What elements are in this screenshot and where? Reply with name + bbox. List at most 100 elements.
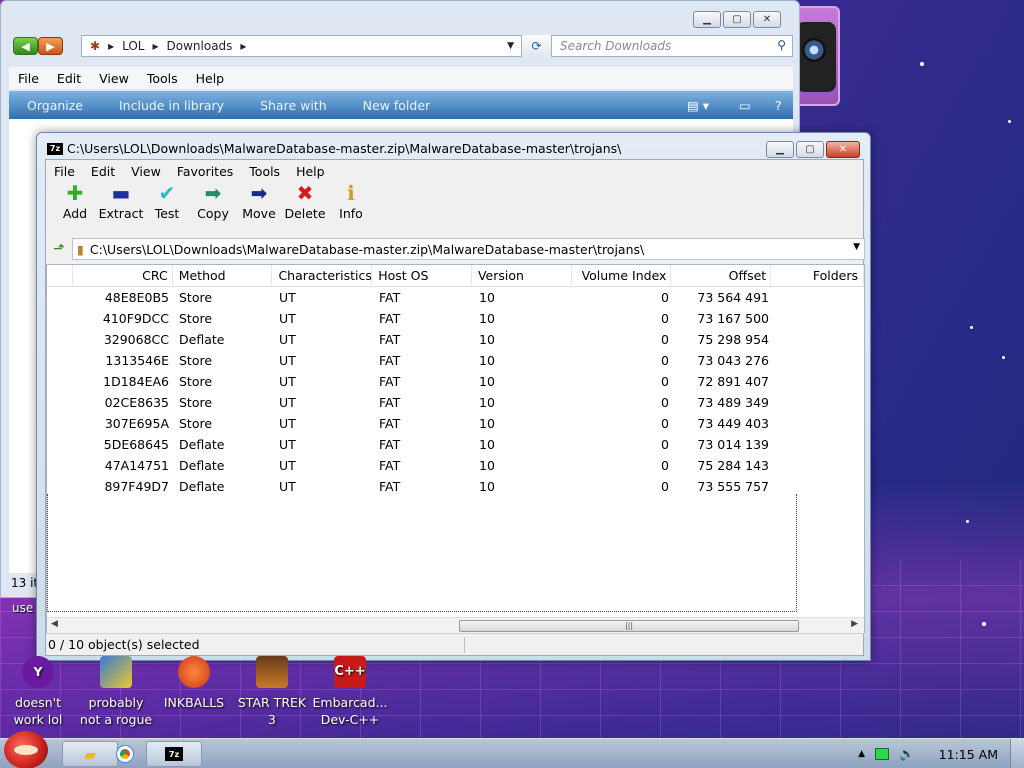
menu-tools[interactable]: Tools	[138, 71, 187, 86]
up-folder-button[interactable]: ⬏	[46, 237, 72, 261]
column-header-folders[interactable]: Folders	[771, 265, 864, 286]
minimize-button[interactable]: ▁	[766, 141, 794, 158]
star	[982, 622, 986, 626]
table-row[interactable]: 48E8E0B5 Store UT FAT 10 0 73 564 491	[47, 287, 864, 308]
host-os-cell: FAT	[379, 374, 401, 389]
volume-index-cell: 0	[661, 416, 669, 431]
menu-help[interactable]: Help	[187, 71, 234, 86]
copy-button[interactable]: ➡ Copy	[190, 182, 236, 221]
column-header-method[interactable]: Method	[173, 265, 273, 286]
column-header-characteristics[interactable]: Characteristics	[272, 265, 373, 286]
offset-cell: 75 284 143	[697, 458, 769, 473]
extract-button[interactable]: ▬ Extract	[98, 182, 144, 221]
table-row[interactable]: 410F9DCC Store UT FAT 10 0 73 167 500	[47, 308, 864, 329]
show-desktop-button[interactable]	[1010, 739, 1024, 768]
clock[interactable]: 11:15 AM	[939, 747, 998, 762]
new-folder-button[interactable]: New folder	[345, 98, 449, 113]
table-row[interactable]: 5DE68645 Deflate UT FAT 10 0 73 014 139	[47, 434, 864, 455]
add-button[interactable]: ✚ Add	[52, 182, 98, 221]
column-header-offset[interactable]: Offset	[671, 265, 772, 286]
forward-button[interactable]: ▶	[38, 37, 63, 55]
back-button[interactable]: ◀	[13, 37, 38, 55]
maximize-button[interactable]: ▢	[723, 11, 751, 28]
menu-edit[interactable]: Edit	[48, 71, 90, 86]
table-row[interactable]: 02CE8635 Store UT FAT 10 0 73 489 349	[47, 392, 864, 413]
show-hidden-icons-icon[interactable]: ▲	[858, 749, 865, 759]
view-options-icon[interactable]: ▤ ▾	[669, 98, 727, 113]
test-button[interactable]: ✔ Test	[144, 182, 190, 221]
start-button[interactable]	[4, 731, 48, 768]
desktop-icon-dev-cpp[interactable]: C++ Embarcad... Dev-C++	[312, 656, 388, 728]
menu-view[interactable]: View	[123, 164, 169, 179]
volume-icon[interactable]: 🔈	[899, 746, 915, 762]
menu-tools[interactable]: Tools	[241, 164, 288, 179]
star-wars-icon	[256, 656, 288, 688]
menu-file[interactable]: File	[46, 164, 83, 179]
taskbar: ▰ 7z ▲ 🔈 11:15 AM	[0, 731, 1024, 768]
maximize-button[interactable]: ▢	[796, 141, 824, 158]
scrollbar-thumb[interactable]: |||	[459, 620, 799, 632]
copy-label: Copy	[197, 206, 229, 221]
scroll-right-icon[interactable]: ▶	[851, 619, 858, 629]
path-input[interactable]: ▮ C:\Users\LOL\Downloads\MalwareDatabase…	[72, 238, 865, 260]
volume-index-cell: 0	[661, 458, 669, 473]
desktop-icon-star-trek-3[interactable]: STAR TREK 3	[234, 656, 310, 728]
search-placeholder: Search Downloads	[560, 39, 672, 53]
include-in-library-button[interactable]: Include in library	[101, 98, 242, 113]
table-row[interactable]: 329068CC Deflate UT FAT 10 0 75 298 954	[47, 329, 864, 350]
characteristics-cell: UT	[279, 395, 296, 410]
chevron-right-icon: ▸	[240, 39, 247, 53]
address-box[interactable]: ✱ ▸ LOL ▸ Downloads ▸ ▼	[81, 35, 551, 57]
chevron-right-icon: ▸	[152, 39, 159, 53]
table-row[interactable]: 1D184EA6 Store UT FAT 10 0 72 891 407	[47, 371, 864, 392]
table-row[interactable]: 1313546E Store UT FAT 10 0 73 043 276	[47, 350, 864, 371]
folder-icon: ▰	[83, 744, 97, 764]
menu-help[interactable]: Help	[288, 164, 333, 179]
volume-index-cell: 0	[661, 437, 669, 452]
move-button[interactable]: ➡ Move	[236, 182, 282, 221]
explorer-command-bar: Organize Include in library Share with N…	[9, 91, 793, 119]
organize-button[interactable]: Organize	[9, 98, 101, 113]
breadcrumb-item[interactable]: LOL	[122, 39, 144, 53]
desktop-icon-probably-not-a-rogue[interactable]: probably not a rogue	[78, 656, 154, 728]
table-row[interactable]: 307E695A Store UT FAT 10 0 73 449 403	[47, 413, 864, 434]
info-icon: ℹ	[347, 181, 355, 205]
7zip-window[interactable]: 7z C:\Users\LOL\Downloads\MalwareDatabas…	[36, 132, 871, 661]
column-header-volume-index[interactable]: Volume Index	[572, 265, 672, 286]
chevron-down-icon[interactable]: ▼	[507, 41, 514, 51]
delete-button[interactable]: ✖ Delete	[282, 182, 328, 221]
taskbar-7zip-button[interactable]: 7z	[146, 741, 202, 767]
table-row[interactable]: 47A14751 Deflate UT FAT 10 0 75 284 143	[47, 455, 864, 476]
menu-edit[interactable]: Edit	[83, 164, 123, 179]
horizontal-scrollbar[interactable]: ◀ ||| ▶	[47, 617, 864, 633]
column-header-crc[interactable]: CRC	[73, 265, 173, 286]
close-button[interactable]: ✕	[826, 141, 860, 158]
column-header-name[interactable]	[47, 265, 73, 286]
menu-favorites[interactable]: Favorites	[169, 164, 241, 179]
column-header-version[interactable]: Version	[472, 265, 572, 286]
taskbar-chrome-button[interactable]	[102, 741, 148, 767]
desktop-icon-doesnt-work[interactable]: Y doesn't work lol	[0, 656, 76, 728]
menu-file[interactable]: File	[9, 71, 48, 86]
explorer-menu-bar: File Edit View Tools Help	[9, 67, 793, 89]
close-button[interactable]: ✕	[753, 11, 781, 28]
help-icon[interactable]: ?	[757, 98, 800, 113]
file-list[interactable]: CRC Method Characteristics Host OS Versi…	[46, 264, 865, 634]
search-icon[interactable]: ⚲	[777, 38, 786, 52]
chevron-down-icon[interactable]: ▼	[853, 242, 860, 252]
battery-icon[interactable]	[875, 748, 890, 760]
breadcrumb-item[interactable]: Downloads	[167, 39, 233, 53]
version-cell: 10	[479, 374, 495, 389]
share-with-button[interactable]: Share with	[242, 98, 345, 113]
info-button[interactable]: ℹ Info	[328, 182, 374, 221]
desktop-icon-inkballs[interactable]: INKBALLS	[156, 656, 232, 711]
installer-icon	[100, 656, 132, 688]
characteristics-cell: UT	[279, 458, 296, 473]
menu-view[interactable]: View	[90, 71, 138, 86]
refresh-button[interactable]: ⟳	[521, 35, 551, 57]
scroll-left-icon[interactable]: ◀	[51, 619, 58, 629]
minimize-button[interactable]: ▁	[693, 11, 721, 28]
host-os-cell: FAT	[379, 395, 401, 410]
column-header-host-os[interactable]: Host OS	[372, 265, 472, 286]
search-input[interactable]: Search Downloads ⚲	[551, 35, 793, 57]
